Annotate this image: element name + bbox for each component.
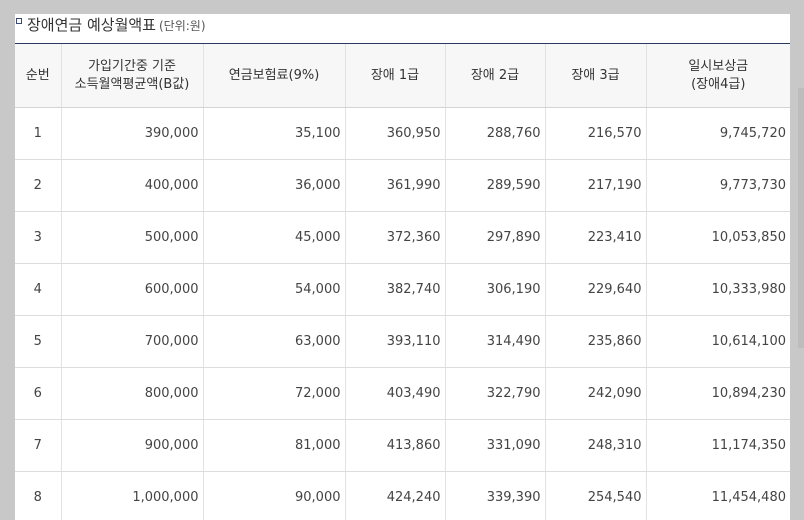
heading-title: 장애연금 예상월액표 bbox=[27, 16, 156, 34]
table-cell: 11,454,480 bbox=[646, 471, 790, 520]
table-cell: 288,760 bbox=[445, 107, 546, 160]
table-cell: 45,000 bbox=[203, 211, 346, 264]
pension-table-panel: 장애연금 예상월액표 (단위:원) 순번 가입기간중 기준 소득월액평균액(B값) … bbox=[15, 14, 790, 520]
table-cell: 36,000 bbox=[203, 159, 346, 212]
table-cell: 403,490 bbox=[345, 367, 446, 420]
table-row: 4 600,000 54,000 382,740 306,190 229,640 10,33… bbox=[15, 263, 790, 316]
table-cell: 800,000 bbox=[61, 367, 204, 420]
table-cell: 306,190 bbox=[445, 263, 546, 316]
table-body: 1 390,000 35,100 360,950 288,760 216,570 9,745… bbox=[15, 107, 790, 520]
table-cell: 424,240 bbox=[345, 471, 446, 520]
table-cell: 331,090 bbox=[445, 419, 546, 472]
table-cell: 10,333,980 bbox=[646, 263, 790, 316]
table-cell: 10,053,850 bbox=[646, 211, 790, 264]
table-header: 순번 가입기간중 기준 소득월액평균액(B값) 연금보험료(9%) 장애 1급 장… bbox=[15, 44, 790, 108]
table-cell: 339,390 bbox=[445, 471, 546, 520]
table-cell: 400,000 bbox=[61, 159, 204, 212]
square-bullet-icon bbox=[16, 18, 22, 24]
table-cell: 413,860 bbox=[345, 419, 446, 472]
table-row: 8 1,000,000 90,000 424,240 339,390 254,540 11,… bbox=[15, 471, 790, 520]
table-cell: 7 bbox=[15, 419, 62, 472]
table-cell: 500,000 bbox=[61, 211, 204, 264]
table-heading: 장애연금 예상월액표 (단위:원) bbox=[15, 14, 790, 44]
table-row: 2 400,000 36,000 361,990 289,590 217,190 9,773… bbox=[15, 159, 790, 212]
table-cell: 72,000 bbox=[203, 367, 346, 420]
table-cell: 1 bbox=[15, 107, 62, 160]
col-header-income: 가입기간중 기준 소득월액평균액(B값) bbox=[61, 44, 204, 108]
col-header-index: 순번 bbox=[15, 44, 62, 108]
table-cell: 10,894,230 bbox=[646, 367, 790, 420]
table-row: 1 390,000 35,100 360,950 288,760 216,570 9,745… bbox=[15, 107, 790, 160]
table-cell: 382,740 bbox=[345, 263, 446, 316]
table-cell: 11,174,350 bbox=[646, 419, 790, 472]
table-cell: 297,890 bbox=[445, 211, 546, 264]
table-cell: 289,590 bbox=[445, 159, 546, 212]
table-cell: 4 bbox=[15, 263, 62, 316]
table-cell: 63,000 bbox=[203, 315, 346, 368]
table-cell: 900,000 bbox=[61, 419, 204, 472]
table-cell: 217,190 bbox=[545, 159, 647, 212]
table-cell: 700,000 bbox=[61, 315, 204, 368]
table-cell: 81,000 bbox=[203, 419, 346, 472]
table-cell: 372,360 bbox=[345, 211, 446, 264]
table-cell: 8 bbox=[15, 471, 62, 520]
pension-estimate-table: 순번 가입기간중 기준 소득월액평균액(B값) 연금보험료(9%) 장애 1급 장… bbox=[15, 44, 790, 520]
col-header-grade3: 장애 3급 bbox=[545, 44, 647, 108]
table-cell: 5 bbox=[15, 315, 62, 368]
col-header-grade2: 장애 2급 bbox=[445, 44, 546, 108]
table-cell: 248,310 bbox=[545, 419, 647, 472]
table-cell: 2 bbox=[15, 159, 62, 212]
header-row: 순번 가입기간중 기준 소득월액평균액(B값) 연금보험료(9%) 장애 1급 장… bbox=[15, 44, 790, 108]
table-cell: 9,745,720 bbox=[646, 107, 790, 160]
table-cell: 600,000 bbox=[61, 263, 204, 316]
col-header-premium: 연금보험료(9%) bbox=[203, 44, 346, 108]
unit-note: (단위:원) bbox=[158, 19, 206, 33]
table-cell: 216,570 bbox=[545, 107, 647, 160]
table-cell: 10,614,100 bbox=[646, 315, 790, 368]
col-header-lump-sum: 일시보상금 (장애4급) bbox=[646, 44, 790, 108]
table-cell: 6 bbox=[15, 367, 62, 420]
table-cell: 9,773,730 bbox=[646, 159, 790, 212]
table-cell: 242,090 bbox=[545, 367, 647, 420]
table-row: 7 900,000 81,000 413,860 331,090 248,310 11,17… bbox=[15, 419, 790, 472]
table-cell: 1,000,000 bbox=[61, 471, 204, 520]
table-row: 3 500,000 45,000 372,360 297,890 223,410 10,05… bbox=[15, 211, 790, 264]
page-title: 장애연금 예상월액표 (단위:원) bbox=[27, 14, 206, 35]
table-row: 5 700,000 63,000 393,110 314,490 235,860 10,61… bbox=[15, 315, 790, 368]
table-cell: 360,950 bbox=[345, 107, 446, 160]
table-cell: 361,990 bbox=[345, 159, 446, 212]
table-cell: 235,860 bbox=[545, 315, 647, 368]
table-cell: 254,540 bbox=[545, 471, 647, 520]
table-cell: 54,000 bbox=[203, 263, 346, 316]
col-header-grade1: 장애 1급 bbox=[345, 44, 446, 108]
table-cell: 3 bbox=[15, 211, 62, 264]
scrollbar-edge[interactable] bbox=[798, 88, 804, 348]
table-cell: 390,000 bbox=[61, 107, 204, 160]
table-cell: 229,640 bbox=[545, 263, 647, 316]
table-cell: 35,100 bbox=[203, 107, 346, 160]
table-cell: 322,790 bbox=[445, 367, 546, 420]
table-cell: 223,410 bbox=[545, 211, 647, 264]
table-cell: 393,110 bbox=[345, 315, 446, 368]
table-row: 6 800,000 72,000 403,490 322,790 242,090 10,89… bbox=[15, 367, 790, 420]
table-cell: 314,490 bbox=[445, 315, 546, 368]
table-cell: 90,000 bbox=[203, 471, 346, 520]
